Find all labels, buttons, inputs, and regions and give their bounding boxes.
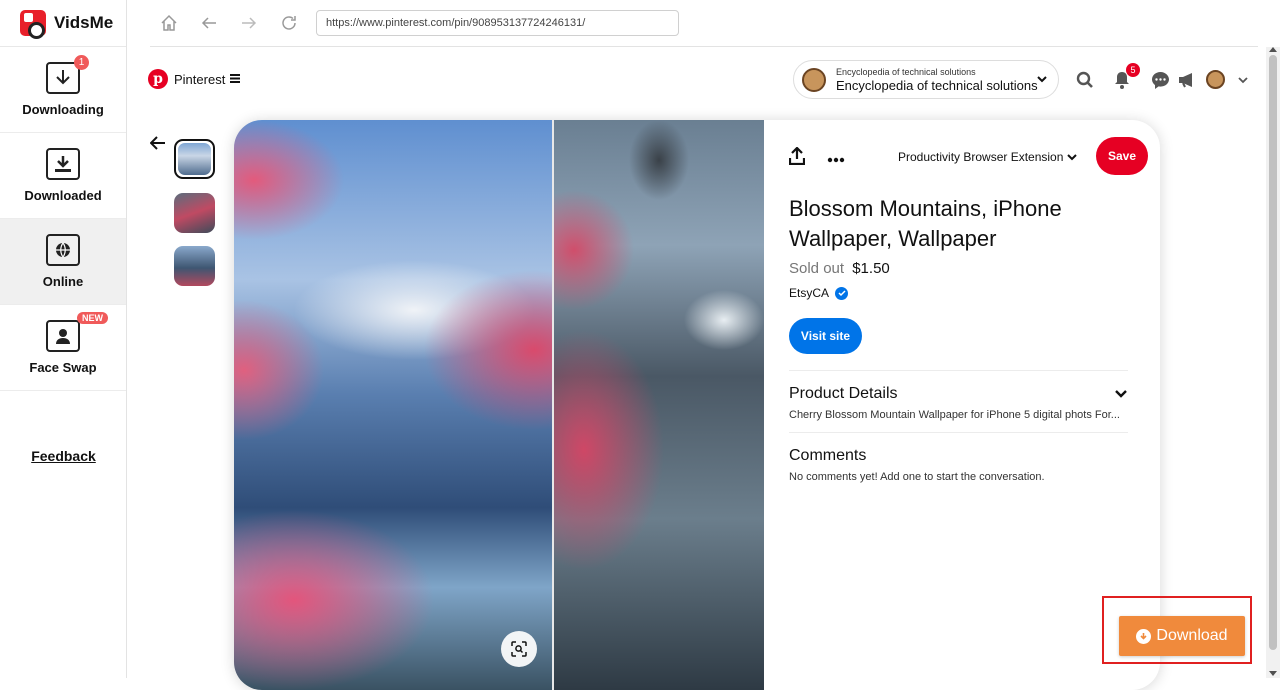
chevron-down-icon[interactable] [1232, 69, 1254, 91]
account-name: Encyclopedia of technical solutions [836, 77, 1038, 93]
chevron-down-icon [1067, 154, 1078, 161]
price-value: $1.50 [852, 260, 890, 277]
thumbnail-image [178, 143, 211, 175]
divider [789, 432, 1128, 433]
scrollbar-thumb[interactable] [1269, 55, 1277, 650]
product-details-text: Cherry Blossom Mountain Wallpaper for iP… [789, 409, 1120, 421]
sidebar-item-face-swap[interactable]: NEW Face Swap [0, 305, 126, 391]
gallery-thumbnail[interactable] [174, 139, 215, 179]
board-name: Productivity Browser Extension [898, 150, 1064, 164]
sidebar-item-online[interactable]: Online [0, 219, 126, 305]
back-arrow-icon[interactable] [149, 133, 166, 156]
pin-title: Blossom Mountains, iPhone Wallpaper, Wal… [789, 196, 1062, 251]
browser-toolbar: https://www.pinterest.com/pin/9089531377… [150, 0, 1258, 47]
url-input[interactable]: https://www.pinterest.com/pin/9089531377… [316, 10, 679, 36]
downloaded-tray-icon [46, 148, 80, 180]
thumbnail-image [174, 246, 215, 286]
divider [789, 370, 1128, 371]
sidebar-item-label: Online [42, 274, 84, 289]
thumbnail-image [174, 193, 215, 233]
messages-chat-icon[interactable] [1149, 69, 1171, 91]
price-row: Sold out $1.50 [789, 260, 890, 277]
seller-row[interactable]: EtsyCA [789, 286, 849, 300]
pin-card: Productivity Browser Extension Save Blos… [234, 120, 1160, 690]
board-selector[interactable]: Productivity Browser Extension [898, 150, 1078, 164]
pin-image-right[interactable] [554, 120, 764, 690]
share-upload-icon[interactable] [788, 146, 806, 170]
app-sidebar: VidsMe 1 Downloading Downloaded Online N… [0, 0, 127, 678]
more-options-icon[interactable] [827, 150, 845, 168]
seller-name: EtsyCA [789, 286, 830, 300]
gallery-thumbnail[interactable] [174, 193, 215, 233]
chevron-down-icon[interactable] [1114, 387, 1128, 406]
gallery-thumbnail[interactable] [174, 246, 215, 286]
download-arrow-icon: 1 [46, 55, 89, 94]
profile-avatar[interactable] [1206, 70, 1225, 89]
back-icon[interactable] [198, 12, 220, 34]
downloading-count-badge: 1 [74, 55, 89, 70]
search-icon[interactable] [1074, 69, 1096, 91]
product-details-heading[interactable]: Product Details [789, 385, 898, 403]
sidebar-item-downloaded[interactable]: Downloaded [0, 133, 126, 219]
account-avatar [802, 67, 826, 92]
visual-search-lens-icon[interactable] [501, 631, 537, 667]
sidebar-item-label: Downloading [22, 102, 104, 117]
verified-check-icon [835, 286, 849, 300]
sold-out-label: Sold out [789, 260, 845, 277]
app-name: VidsMe [54, 13, 114, 32]
scroll-down-icon[interactable] [1269, 671, 1277, 676]
pinterest-header: p Pinterest Encyclopedia of technical so… [148, 60, 1258, 100]
comments-heading: Comments [789, 447, 867, 464]
pin-image-left[interactable] [234, 120, 552, 690]
sidebar-item-label: Face Swap [29, 360, 97, 375]
visit-site-button[interactable]: Visit site [789, 318, 862, 354]
megaphone-icon[interactable] [1176, 69, 1198, 91]
forward-icon[interactable] [238, 12, 260, 34]
sidebar-item-downloading[interactable]: 1 Downloading [0, 47, 126, 133]
download-label: Download [1156, 627, 1228, 644]
comments-empty-text: No comments yet! Add one to start the co… [789, 471, 1045, 483]
hamburger-menu-icon[interactable] [230, 70, 240, 86]
download-button[interactable]: Download [1119, 616, 1245, 656]
save-button[interactable]: Save [1096, 137, 1148, 175]
new-badge: NEW [77, 312, 108, 324]
brand: VidsMe [0, 0, 126, 47]
scroll-up-icon[interactable] [1269, 47, 1277, 52]
globe-icon [46, 234, 80, 266]
page-scrollbar[interactable] [1266, 47, 1280, 678]
account-switcher[interactable]: Encyclopedia of technical solutions Ency… [793, 60, 1059, 99]
home-icon[interactable] [158, 12, 180, 34]
vidsme-logo-icon [20, 10, 46, 39]
notifications-bell-icon[interactable]: 5 [1111, 63, 1140, 91]
pinterest-logo-icon[interactable]: p [148, 69, 168, 89]
feedback-link[interactable]: Feedback [0, 448, 127, 464]
notification-count-badge: 5 [1126, 63, 1140, 77]
pinterest-site-name[interactable]: Pinterest [174, 72, 225, 87]
account-caption: Encyclopedia of technical solutions [836, 66, 976, 77]
download-circle-icon [1136, 628, 1152, 644]
sidebar-item-label: Downloaded [24, 188, 102, 203]
chevron-down-icon [1036, 72, 1048, 90]
refresh-icon[interactable] [278, 12, 300, 34]
face-swap-icon: NEW [46, 312, 108, 352]
